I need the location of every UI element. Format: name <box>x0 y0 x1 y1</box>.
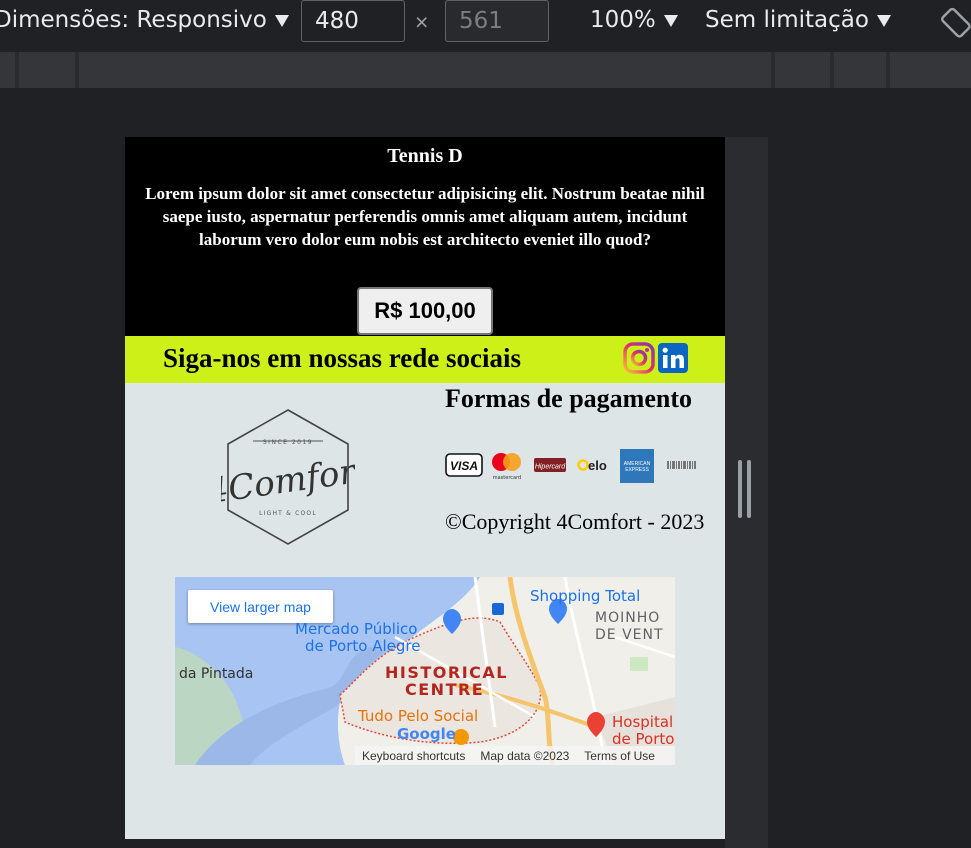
map-label-centre: CENTRE <box>405 680 485 699</box>
logo-name: 4Comfort <box>221 450 355 513</box>
width-input[interactable]: 480 <box>301 0 405 42</box>
boleto-icon <box>667 461 696 469</box>
payment-title: Formas de pagamento <box>445 384 692 413</box>
product-card: Tennis D Lorem ipsum dolor sit amet cons… <box>125 137 725 336</box>
map-label-mercado[interactable]: Mercado Público <box>295 620 417 638</box>
svg-text:VISA: VISA <box>450 459 478 473</box>
dimensions-label: Dimensões: Responsivo <box>0 7 267 33</box>
map-label-hospital[interactable]: Hospital <box>612 713 673 731</box>
resize-handle[interactable] <box>738 460 752 520</box>
brand-logo: SINCE 2019 4Comfort LIGHT & COOL <box>221 409 355 545</box>
rotate-icon[interactable] <box>940 4 971 40</box>
map-label-porto-alegre[interactable]: de Porto Alegre <box>305 637 420 655</box>
zoom-dropdown[interactable]: 100% <box>590 7 678 33</box>
google-logo[interactable]: Google <box>397 725 456 743</box>
instagram-icon[interactable] <box>623 342 655 374</box>
map-label-de-vento: DE VENT <box>595 627 664 643</box>
svg-text:Hipercard: Hipercard <box>535 464 566 471</box>
payment-methods: VISA mastercard Hipercard elo AMERICAN E… <box>445 449 696 483</box>
svg-text:EXPRESS: EXPRESS <box>625 467 649 473</box>
linkedin-icon[interactable] <box>657 342 689 374</box>
svg-text:mastercard: mastercard <box>493 475 521 481</box>
dimensions-dropdown[interactable]: Dimensões: Responsivo <box>0 7 289 33</box>
price-button[interactable]: R$ 100,00 <box>357 287 493 335</box>
map-label-moinho: MOINHO <box>595 610 661 626</box>
logo-tagline: LIGHT & COOL <box>259 510 317 517</box>
view-larger-map-button[interactable]: View larger map <box>188 590 333 623</box>
amex-icon: AMERICAN EXPRESS <box>620 449 654 483</box>
map-footer: Keyboard shortcuts Map data ©2023 Terms … <box>355 746 675 765</box>
map-data-text: Map data ©2023 <box>480 748 570 763</box>
copyright-text: ©Copyright 4Comfort - 2023 <box>445 509 705 534</box>
page-viewport: Tennis D Lorem ipsum dolor sit amet cons… <box>125 137 725 839</box>
google-map-embed[interactable]: View larger map Shopping Total MOINHO DE… <box>175 577 675 765</box>
map-label-shopping-total[interactable]: Shopping Total <box>530 587 640 605</box>
social-bar: Siga-nos em nossas rede sociais <box>125 336 725 383</box>
elo-icon: elo <box>577 458 607 473</box>
logo-since-text: SINCE 2019 <box>263 439 313 446</box>
chevron-down-icon <box>663 14 678 27</box>
chevron-down-icon <box>274 14 289 27</box>
product-title: Tennis D <box>387 145 463 167</box>
media-query-bar <box>0 52 971 88</box>
chevron-down-icon <box>876 14 891 27</box>
throttle-label: Sem limitação <box>705 7 869 33</box>
terms-of-use-link[interactable]: Terms of Use <box>584 749 655 763</box>
height-input[interactable]: 561 <box>445 0 549 42</box>
zoom-label: 100% <box>590 7 656 33</box>
map-label-tudo-pelo-social[interactable]: Tudo Pelo Social <box>358 707 478 725</box>
keyboard-shortcuts-link[interactable]: Keyboard shortcuts <box>362 749 465 763</box>
throttle-dropdown[interactable]: Sem limitação <box>705 7 891 33</box>
devtools-toolbar: Dimensões: Responsivo 480 × 561 100% Sem… <box>0 0 971 46</box>
svg-text:elo: elo <box>588 458 607 473</box>
mastercard-icon: mastercard <box>492 453 521 481</box>
times-symbol: × <box>415 9 429 35</box>
hipercard-icon: Hipercard <box>534 458 566 472</box>
product-description: Lorem ipsum dolor sit amet consectetur a… <box>145 184 705 249</box>
social-text: Siga-nos em nossas rede sociais <box>163 343 522 373</box>
visa-icon: VISA <box>445 453 483 477</box>
map-label-pintada: da Pintada <box>179 666 254 682</box>
